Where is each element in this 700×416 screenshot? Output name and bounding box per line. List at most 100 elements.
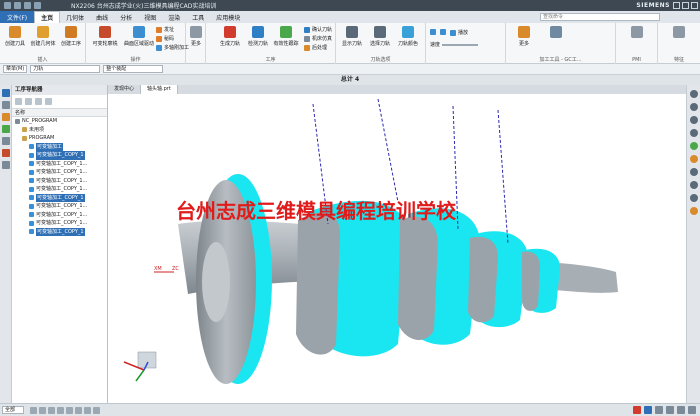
- flight-disc-3[interactable]: [468, 236, 498, 323]
- menu-dropdown[interactable]: 菜单(M): [3, 65, 28, 73]
- tab-applications[interactable]: 应用模块: [210, 11, 246, 23]
- speed-track[interactable]: [442, 43, 479, 46]
- pmi-button[interactable]: [623, 26, 651, 40]
- post-process-button[interactable]: 后处理: [304, 44, 327, 51]
- snap-tangent-icon[interactable]: [93, 406, 100, 414]
- tab-geometry[interactable]: 几何体: [60, 11, 90, 23]
- rewind-button[interactable]: [430, 29, 436, 35]
- orient-view-icon[interactable]: [689, 168, 698, 176]
- save-icon[interactable]: [4, 2, 11, 9]
- minimize-icon[interactable]: [673, 2, 680, 9]
- cad-model-canvas[interactable]: 台州志成三维模具编程培训学校 XM ZC: [108, 94, 686, 403]
- reuse-library-icon[interactable]: [1, 125, 10, 133]
- confirm-toolpath-button[interactable]: 确认刀轨: [304, 26, 332, 33]
- tree-item[interactable]: PROGRAM: [12, 134, 107, 143]
- zoom-view-icon[interactable]: [689, 129, 698, 137]
- tree-item[interactable]: 可变轴加工_COPY_1: [12, 151, 107, 160]
- tab-file[interactable]: 文件(F): [0, 11, 35, 23]
- program-view-icon[interactable]: [15, 98, 22, 105]
- generate-toolpath-button[interactable]: 生成刀轨: [216, 26, 244, 47]
- status-filter-dropdown[interactable]: 全部: [2, 406, 24, 414]
- undo-icon[interactable]: [14, 2, 21, 9]
- gc-tools-button-2[interactable]: [542, 26, 570, 40]
- snap-mid-icon[interactable]: [39, 406, 46, 414]
- tree-item[interactable]: 可变轴加工_COPY_1...: [12, 185, 107, 194]
- part-navigator-icon[interactable]: [1, 113, 10, 121]
- feature-button[interactable]: [665, 26, 693, 40]
- lighting-icon[interactable]: [689, 207, 698, 215]
- mic-icon[interactable]: [655, 406, 663, 414]
- flange-hub[interactable]: [202, 242, 230, 322]
- step-back-button[interactable]: [440, 29, 446, 35]
- surface-area-button[interactable]: 曲面区域驱动: [122, 26, 156, 47]
- column-header-name[interactable]: 名称: [12, 109, 107, 117]
- method-view-icon[interactable]: [45, 98, 52, 105]
- roles-icon[interactable]: [1, 161, 10, 169]
- machine-tool-icon[interactable]: [1, 149, 10, 157]
- tree-item[interactable]: 可变轴加工_COPY_1: [12, 193, 107, 202]
- snap-center-icon[interactable]: [48, 406, 55, 414]
- create-tool-button[interactable]: 创建刀具: [1, 26, 29, 47]
- snap-intersect-icon[interactable]: [84, 406, 91, 414]
- window-icon[interactable]: [34, 2, 41, 9]
- view-triad[interactable]: [123, 351, 157, 382]
- snap-point-icon[interactable]: [57, 406, 64, 414]
- history-icon[interactable]: [1, 137, 10, 145]
- ops-small-2[interactable]: 秘码: [156, 35, 174, 42]
- tree-item[interactable]: 可变轴加工_COPY_1...: [12, 211, 107, 220]
- maximize-icon[interactable]: [682, 2, 689, 9]
- ops-small-1[interactable]: 发址: [156, 26, 174, 33]
- tree-item[interactable]: 可变轴加工_COPY_1: [12, 227, 107, 236]
- variable-contour-button[interactable]: 可变轮廓铣: [88, 26, 122, 47]
- grid-icon[interactable]: [688, 406, 696, 414]
- ime-mode-icon[interactable]: [644, 406, 652, 414]
- pan-view-icon[interactable]: [689, 116, 698, 124]
- graphics-viewport[interactable]: 台州志成三维模具编程培训学校 XM ZC: [108, 94, 686, 403]
- type-filter-dropdown[interactable]: 刀轨: [30, 65, 101, 73]
- tab-analysis[interactable]: 分析: [114, 11, 138, 23]
- snap-grid-icon[interactable]: [66, 406, 73, 414]
- rotate-view-icon[interactable]: [689, 103, 698, 111]
- tree-item[interactable]: 未用项: [12, 126, 107, 135]
- validity-trace-button[interactable]: 有效性跟踪: [272, 26, 300, 47]
- snap-view-icon[interactable]: [689, 181, 698, 189]
- flight-disc-1[interactable]: [296, 212, 340, 355]
- speed-slider[interactable]: 速度: [430, 41, 479, 48]
- settings-icon[interactable]: [677, 406, 685, 414]
- operation-navigator-icon[interactable]: [1, 89, 10, 97]
- machine-view-icon[interactable]: [25, 98, 32, 105]
- flight-disc-4[interactable]: [522, 251, 540, 311]
- select-toolpath-button[interactable]: 选择刀轨: [366, 26, 394, 47]
- assembly-navigator-icon[interactable]: [1, 101, 10, 109]
- tree-item[interactable]: 可变轴加工_COPY_1...: [12, 168, 107, 177]
- redo-icon[interactable]: [24, 2, 31, 9]
- gc-tools-button[interactable]: 更多: [510, 26, 538, 47]
- keyboard-icon[interactable]: [666, 406, 674, 414]
- assembly-scope-dropdown[interactable]: 整个装配: [103, 65, 164, 73]
- flight-disc-2[interactable]: [398, 216, 438, 341]
- shaded-icon[interactable]: [689, 142, 698, 150]
- verify-toolpath-button[interactable]: 检测刀轨: [244, 26, 272, 47]
- command-search-input[interactable]: 查找命令: [540, 13, 660, 21]
- snap-end-icon[interactable]: [30, 406, 37, 414]
- tab-home[interactable]: 主页: [34, 11, 61, 23]
- toolpath-color-button[interactable]: 刀轨颜色: [394, 26, 422, 47]
- geometry-view-icon[interactable]: [35, 98, 42, 105]
- close-icon[interactable]: [691, 2, 698, 9]
- quick-access-toolbar[interactable]: [4, 2, 41, 9]
- display-mode-icon[interactable]: [689, 194, 698, 202]
- tree-item[interactable]: 可变轴加工_COPY_1...: [12, 160, 107, 169]
- tab-render[interactable]: 渲染: [162, 11, 186, 23]
- sogou-ime-icon[interactable]: [633, 406, 641, 414]
- show-toolpath-button[interactable]: 显示刀轨: [338, 26, 366, 47]
- tab-tools[interactable]: 工具: [186, 11, 210, 23]
- tab-view[interactable]: 视图: [138, 11, 162, 23]
- create-operation-button[interactable]: 创建工序: [57, 26, 85, 47]
- snap-quadrant-icon[interactable]: [75, 406, 82, 414]
- clip-section-icon[interactable]: [689, 155, 698, 163]
- create-geometry-button[interactable]: 创建几何体: [29, 26, 57, 47]
- play-button[interactable]: 播放: [450, 29, 468, 36]
- machine-sim-button[interactable]: 机床仿真: [304, 35, 332, 42]
- window-controls[interactable]: [673, 2, 698, 9]
- tab-curve[interactable]: 曲线: [90, 11, 114, 23]
